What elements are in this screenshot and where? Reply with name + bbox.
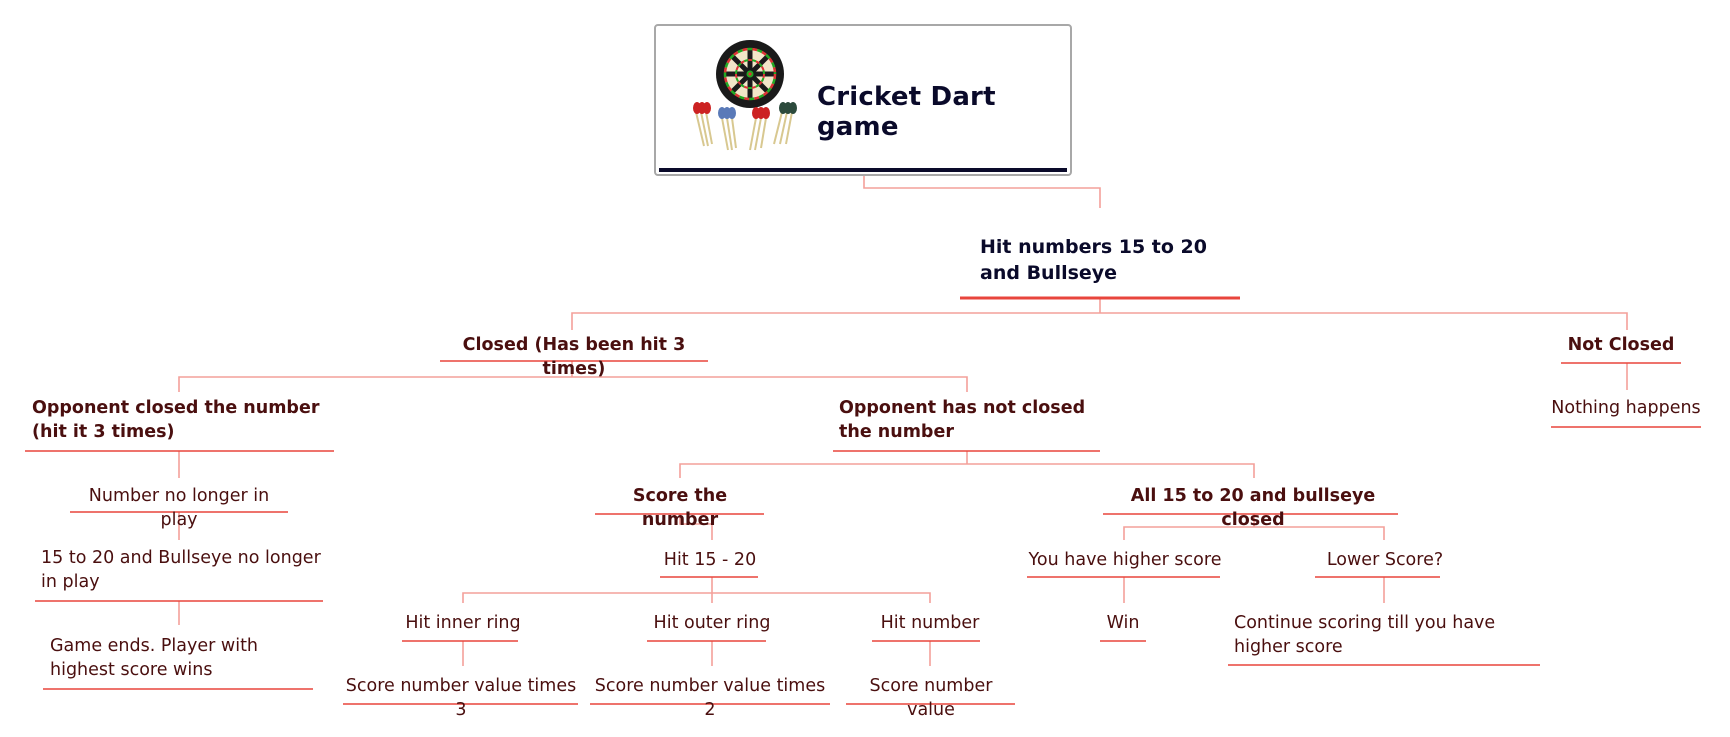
node-all-no-longer[interactable]: 15 to 20 and Bullseye no longer in play	[41, 546, 321, 594]
node-hit-15-20[interactable]: Hit 15 - 20	[660, 548, 760, 572]
node-lower-score[interactable]: Lower Score?	[1315, 548, 1455, 572]
node-hit-outer-ring[interactable]: Hit outer ring	[645, 611, 779, 635]
node-hit-numbers[interactable]: Hit numbers 15 to 20 and Bullseye	[980, 234, 1230, 286]
node-score-value[interactable]: Score number value	[846, 674, 1016, 722]
node-opponent-not-closed[interactable]: Opponent has not closed the number	[839, 396, 1099, 444]
node-hit-number[interactable]: Hit number	[872, 611, 988, 635]
node-opponent-closed[interactable]: Opponent closed the number (hit it 3 tim…	[32, 396, 332, 444]
node-game-ends[interactable]: Game ends. Player with highest score win…	[50, 634, 310, 682]
node-score-times-3[interactable]: Score number value times 3	[343, 674, 579, 722]
node-score-times-2[interactable]: Score number value times 2	[590, 674, 830, 722]
node-closed[interactable]: Closed (Has been hit 3 times)	[446, 333, 702, 381]
connector-hit1520-bar	[462, 592, 931, 603]
node-nothing-happens[interactable]: Nothing happens	[1551, 396, 1701, 420]
root-node[interactable]: Cricket Dart game	[654, 24, 1072, 176]
connector-root-hit	[863, 176, 1101, 208]
node-higher-score[interactable]: You have higher score	[1027, 548, 1223, 572]
node-continue-scoring[interactable]: Continue scoring till you have higher sc…	[1234, 611, 1534, 659]
root-title: Cricket Dart game	[817, 82, 996, 142]
darts-icon	[693, 102, 797, 151]
node-hit-inner-ring[interactable]: Hit inner ring	[398, 611, 528, 635]
node-win[interactable]: Win	[1100, 611, 1146, 635]
node-number-no-longer[interactable]: Number no longer in play	[70, 484, 288, 532]
connector-hit-bar	[571, 312, 1628, 330]
node-not-closed[interactable]: Not Closed	[1561, 333, 1681, 357]
dartboard-icon	[693, 40, 797, 151]
connector-notclosed-bar	[679, 463, 1255, 478]
node-all-closed[interactable]: All 15 to 20 and bullseye closed	[1103, 484, 1403, 532]
node-score-the-number[interactable]: Score the number	[595, 484, 765, 532]
root-underline	[659, 168, 1067, 172]
